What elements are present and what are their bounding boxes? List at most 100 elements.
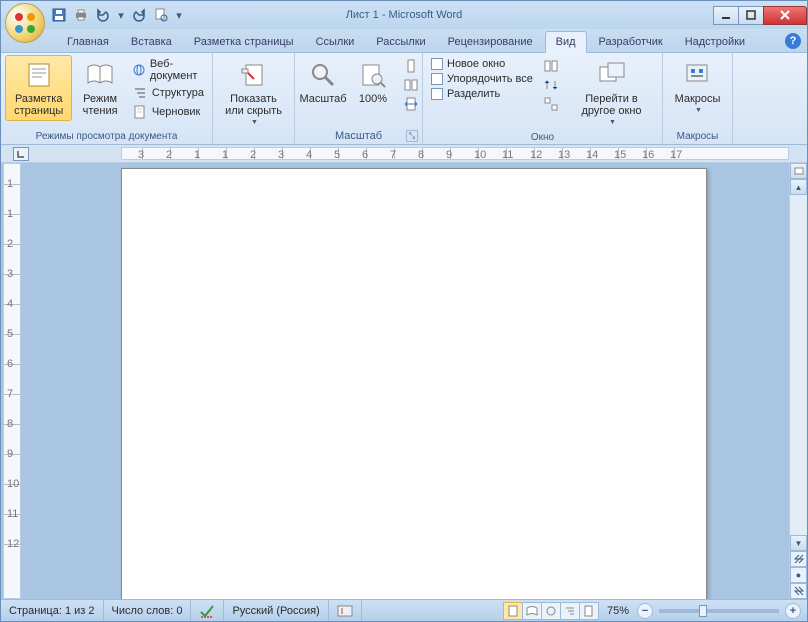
ribbon: Разметка страницы Режим чтения Веб-докум… <box>1 53 807 145</box>
scroll-track[interactable] <box>790 195 807 535</box>
reset-position-icon <box>543 96 559 112</box>
scroll-down-button[interactable]: ▼ <box>790 535 807 551</box>
outline-small-icon <box>564 605 576 617</box>
zoom-out-button[interactable]: − <box>637 603 653 619</box>
redo-icon[interactable] <box>131 7 147 23</box>
view-outline-button[interactable] <box>560 602 580 620</box>
tab-insert[interactable]: Вставка <box>121 32 182 52</box>
status-proofing[interactable] <box>191 600 224 621</box>
save-icon[interactable] <box>51 7 67 23</box>
prev-page-button[interactable] <box>790 551 807 567</box>
status-insert-mode[interactable] <box>329 600 362 621</box>
word-window: ▾ ▾ Лист 1 - Microsoft Word Главная Вста… <box>0 0 808 622</box>
split-label: Разделить <box>447 88 500 100</box>
status-page[interactable]: Страница: 1 из 2 <box>1 600 104 621</box>
outline-icon <box>132 85 148 101</box>
status-words[interactable]: Число слов: 0 <box>104 600 192 621</box>
new-window-label: Новое окно <box>447 58 505 70</box>
macros-button[interactable]: Макросы ▼ <box>670 55 726 118</box>
undo-icon[interactable] <box>95 7 111 23</box>
minimize-button[interactable] <box>713 6 739 25</box>
zoom-100-button[interactable]: 100% <box>349 55 397 109</box>
draft-button[interactable]: Черновик <box>128 103 208 121</box>
view-shortcuts <box>504 602 599 620</box>
zoom-slider[interactable] <box>659 609 779 613</box>
view-print-layout-button[interactable] <box>503 602 523 620</box>
show-hide-icon <box>238 59 270 91</box>
reading-small-icon <box>526 605 538 617</box>
view-web-button[interactable] <box>541 602 561 620</box>
arrange-all-button[interactable]: Упорядочить все <box>427 72 537 86</box>
next-page-button[interactable] <box>790 583 807 599</box>
checkbox-icon <box>431 88 443 100</box>
group-views-label: Режимы просмотра документа <box>5 129 208 144</box>
two-pages-button[interactable] <box>399 76 423 94</box>
document-page[interactable] <box>121 168 707 599</box>
zoom-button[interactable]: Масштаб <box>299 55 347 109</box>
zoom-label: Масштаб <box>299 93 346 105</box>
sync-scroll-button[interactable] <box>539 76 563 94</box>
tab-view[interactable]: Вид <box>545 31 587 53</box>
help-icon[interactable]: ? <box>785 33 801 49</box>
zoom-100-icon <box>357 59 389 91</box>
zoom-launcher-icon[interactable]: ⤡ <box>406 130 418 142</box>
group-macros: Макросы ▼ Макросы <box>663 53 733 144</box>
one-page-button[interactable] <box>399 57 423 75</box>
reading-layout-button[interactable]: Режим чтения <box>74 55 125 121</box>
print-layout-button[interactable]: Разметка страницы <box>5 55 72 121</box>
outline-button[interactable]: Структура <box>128 84 208 102</box>
show-hide-button[interactable]: Показать или скрыть ▼ <box>217 55 290 130</box>
tab-layout[interactable]: Разметка страницы <box>184 32 304 52</box>
tab-addins[interactable]: Надстройки <box>675 32 755 52</box>
macros-icon <box>681 59 713 91</box>
document-viewport[interactable] <box>21 163 789 599</box>
view-draft-button[interactable] <box>579 602 599 620</box>
tab-mailings[interactable]: Рассылки <box>366 32 435 52</box>
reading-label: Режим чтения <box>79 93 120 117</box>
checkbox-icon <box>431 58 443 70</box>
new-window-button[interactable]: Новое окно <box>427 57 537 71</box>
quick-access-toolbar: ▾ ▾ <box>51 7 183 23</box>
group-window-label: Окно <box>427 130 658 145</box>
switch-windows-button[interactable]: Перейти в другое окно ▼ <box>565 55 658 130</box>
web-layout-icon <box>132 62 146 78</box>
draft-icon <box>132 104 148 120</box>
tab-references[interactable]: Ссылки <box>306 32 365 52</box>
reset-position-button[interactable] <box>539 95 563 113</box>
page-width-button[interactable] <box>399 95 423 113</box>
tab-review[interactable]: Рецензирование <box>438 32 543 52</box>
web-layout-button[interactable]: Веб-документ <box>128 57 208 83</box>
office-button[interactable] <box>5 3 45 43</box>
page-width-icon <box>403 96 419 112</box>
draft-small-icon <box>583 605 595 617</box>
tab-developer[interactable]: Разработчик <box>589 32 673 52</box>
vertical-ruler[interactable]: 1123456789101112 <box>3 163 21 599</box>
view-reading-button[interactable] <box>522 602 542 620</box>
browse-object-button[interactable]: ● <box>790 567 807 583</box>
view-side-by-side-button[interactable] <box>539 57 563 75</box>
work-area: 1123456789101112 ▲ ▼ ● <box>1 163 807 599</box>
tab-home[interactable]: Главная <box>57 32 119 52</box>
scroll-up-button[interactable]: ▲ <box>790 179 807 195</box>
chevron-down-icon: ▼ <box>251 119 258 126</box>
horizontal-ruler[interactable]: 3211234567891011121314151617 <box>121 147 789 160</box>
print-layout-label: Разметка страницы <box>10 93 67 117</box>
ruler-toggle-button[interactable] <box>790 163 807 179</box>
zoom-in-button[interactable]: + <box>785 603 801 619</box>
zoom-level[interactable]: 75% <box>599 600 637 621</box>
show-hide-label: Показать или скрыть <box>222 93 285 117</box>
tab-selector[interactable] <box>1 145 41 162</box>
zoom-slider-thumb[interactable] <box>699 605 707 617</box>
print-layout-small-icon <box>507 605 519 617</box>
maximize-button[interactable] <box>738 6 764 25</box>
status-language[interactable]: Русский (Россия) <box>224 600 328 621</box>
print-icon[interactable] <box>73 7 89 23</box>
group-show-hide: Показать или скрыть ▼ <box>213 53 295 144</box>
print-preview-icon[interactable] <box>153 7 169 23</box>
outline-label: Структура <box>152 87 204 99</box>
group-show-hide-label <box>217 130 290 145</box>
split-button[interactable]: Разделить <box>427 87 537 101</box>
qat-customize-icon[interactable]: ▾ <box>175 7 183 23</box>
close-button[interactable] <box>763 6 807 25</box>
undo-dropdown-icon[interactable]: ▾ <box>117 7 125 23</box>
